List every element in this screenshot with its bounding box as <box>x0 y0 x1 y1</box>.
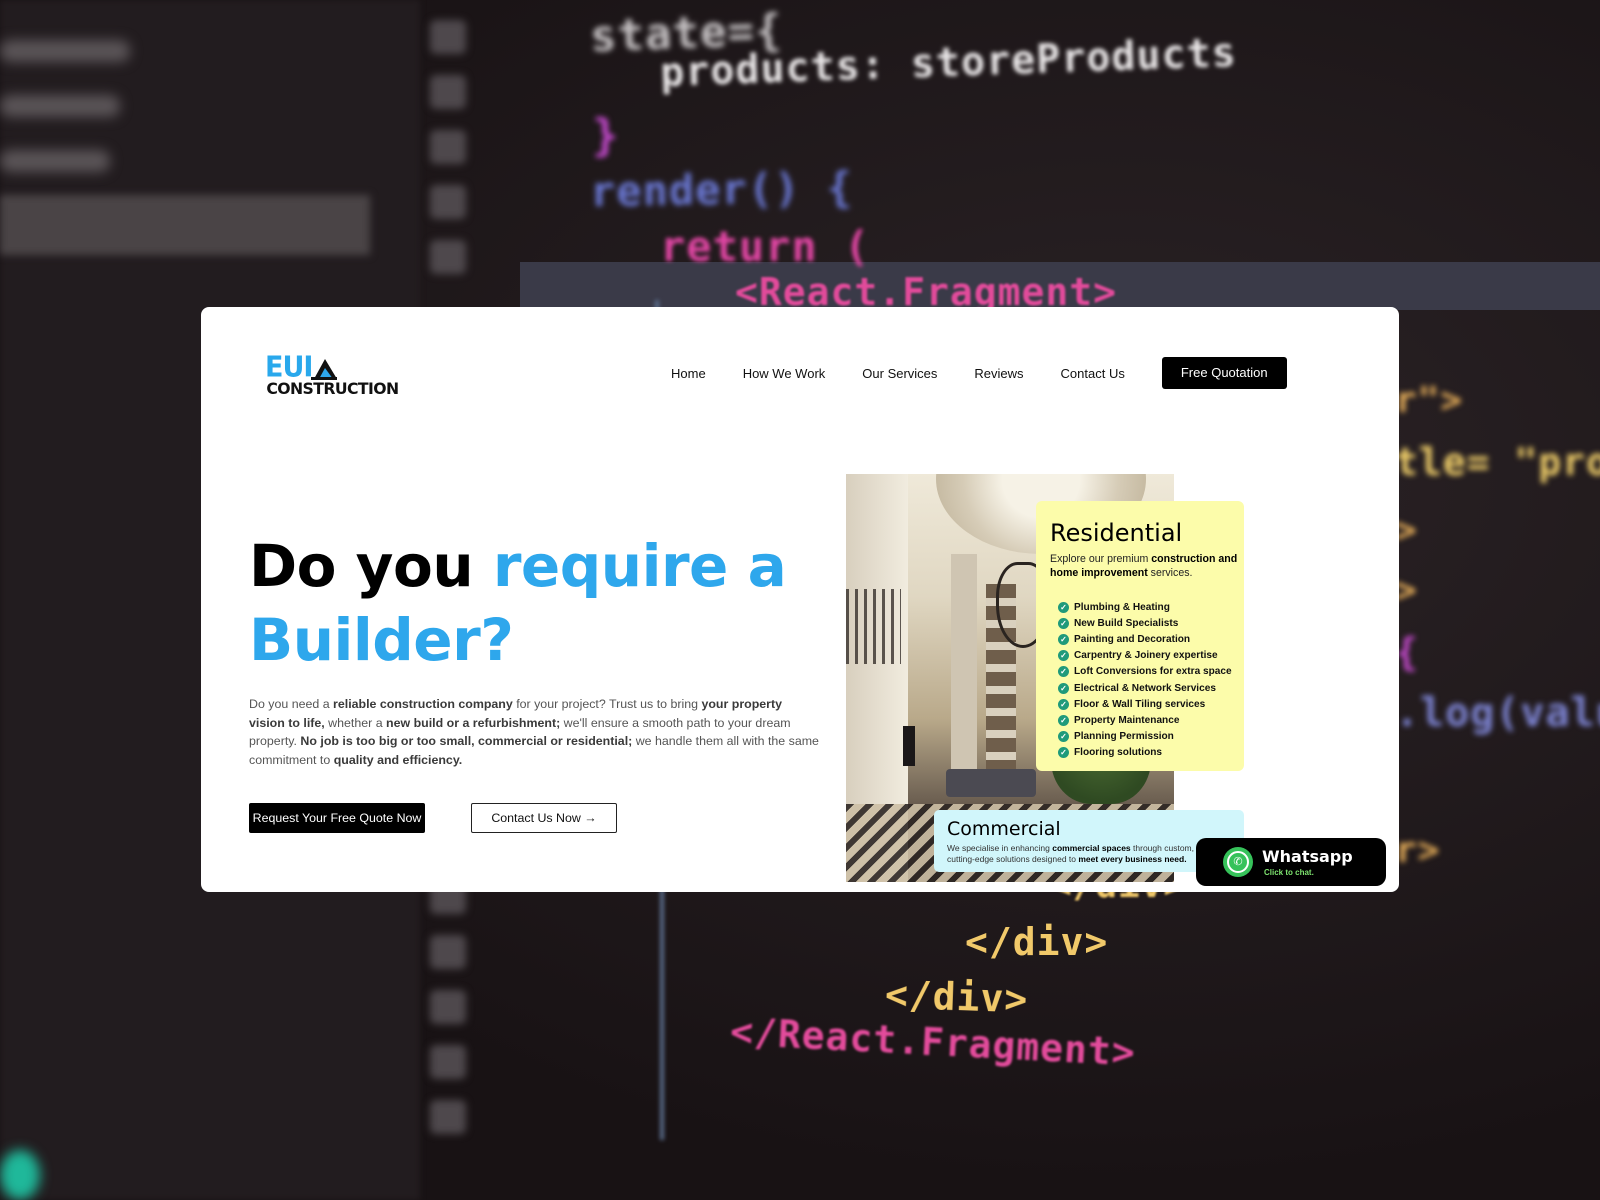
check-circle-icon: ✓ <box>1058 633 1069 645</box>
service-list-item: ✓ New Build Specialists <box>1058 615 1232 631</box>
service-list-item: ✓ Floor & Wall Tiling services <box>1058 696 1232 712</box>
editor-selection <box>0 195 370 255</box>
service-list-item: ✓ Planning Permission <box>1058 729 1232 745</box>
service-list-item: ✓ Plumbing & Heating <box>1058 599 1232 615</box>
service-list-item: ✓ Painting and Decoration <box>1058 631 1232 647</box>
code-line: r> <box>1395 830 1441 871</box>
check-circle-icon: ✓ <box>1058 714 1069 726</box>
background-glow <box>0 1150 40 1200</box>
residential-card: Residential Explore our premium construc… <box>1036 501 1244 771</box>
service-list-item: ✓ Loft Conversions for extra space <box>1058 664 1232 680</box>
nav-our-services[interactable]: Our Services <box>862 366 937 381</box>
residential-services-list: ✓ Plumbing & Heating ✓ New Build Specialist… <box>1058 599 1232 761</box>
nav-reviews[interactable]: Reviews <box>974 366 1023 381</box>
residential-subtitle: Explore our premium construction and hom… <box>1050 553 1238 579</box>
code-line: r"> <box>1395 380 1464 421</box>
check-circle-icon: ✓ <box>1058 698 1069 710</box>
service-list-item: ✓ Flooring solutions <box>1058 745 1232 761</box>
whatsapp-icon: ✆ <box>1223 847 1253 877</box>
whatsapp-title: Whatsapp <box>1262 847 1353 866</box>
code-line: render() { <box>589 162 854 217</box>
service-list-item: ✓ Carpentry & Joinery expertise <box>1058 648 1232 664</box>
company-logo[interactable]: EUI CONSTRUCTION <box>265 352 399 403</box>
arrow-right-icon: → <box>584 811 597 825</box>
code-line: return ( <box>660 222 871 271</box>
hero-description: Do you need a reliable construction comp… <box>249 697 819 767</box>
indent-guide <box>660 880 664 1140</box>
commercial-title: Commercial <box>947 818 1061 840</box>
check-circle-icon: ✓ <box>1058 666 1069 678</box>
code-line: tle= "pro <box>1395 440 1600 484</box>
code-line: </div> <box>884 972 1030 1022</box>
service-list-item: ✓ Property Maintenance <box>1058 712 1232 728</box>
whatsapp-subtitle: Click to chat. <box>1264 868 1314 877</box>
check-circle-icon: ✓ <box>1058 601 1069 613</box>
hero-title-black: Do you <box>249 532 493 600</box>
check-circle-icon: ✓ <box>1058 747 1069 759</box>
whatsapp-chat-button[interactable]: ✆ Whatsapp Click to chat. <box>1196 838 1386 886</box>
check-circle-icon: ✓ <box>1058 682 1069 694</box>
contact-us-button[interactable]: Contact Us Now → <box>471 803 617 833</box>
free-quotation-button[interactable]: Free Quotation <box>1161 357 1287 389</box>
check-circle-icon: ✓ <box>1058 731 1069 743</box>
contact-us-button-label: Contact Us Now <box>491 811 581 825</box>
service-list-item: ✓ Electrical & Network Services <box>1058 680 1232 696</box>
code-line: </div> <box>965 920 1109 964</box>
hero-title: Do you require a Builder? <box>249 529 809 677</box>
code-line: .log(valu <box>1395 690 1600 736</box>
request-quote-button[interactable]: Request Your Free Quote Now <box>249 803 425 833</box>
logo-bottom-text: CONSTRUCTION <box>266 379 399 398</box>
roof-icon <box>311 359 337 380</box>
main-nav: Home How We Work Our Services Reviews Co… <box>671 357 1287 389</box>
nav-home[interactable]: Home <box>671 366 706 381</box>
residential-title: Residential <box>1050 519 1183 547</box>
nav-contact-us[interactable]: Contact Us <box>1061 366 1125 381</box>
check-circle-icon: ✓ <box>1058 617 1069 629</box>
check-circle-icon: ✓ <box>1058 650 1069 662</box>
nav-how-we-work[interactable]: How We Work <box>743 366 826 381</box>
code-line: </React.Fragment> <box>729 1009 1137 1075</box>
website-card: EUI CONSTRUCTION Home How We Work Our Se… <box>201 307 1399 892</box>
code-line: } <box>592 110 620 161</box>
